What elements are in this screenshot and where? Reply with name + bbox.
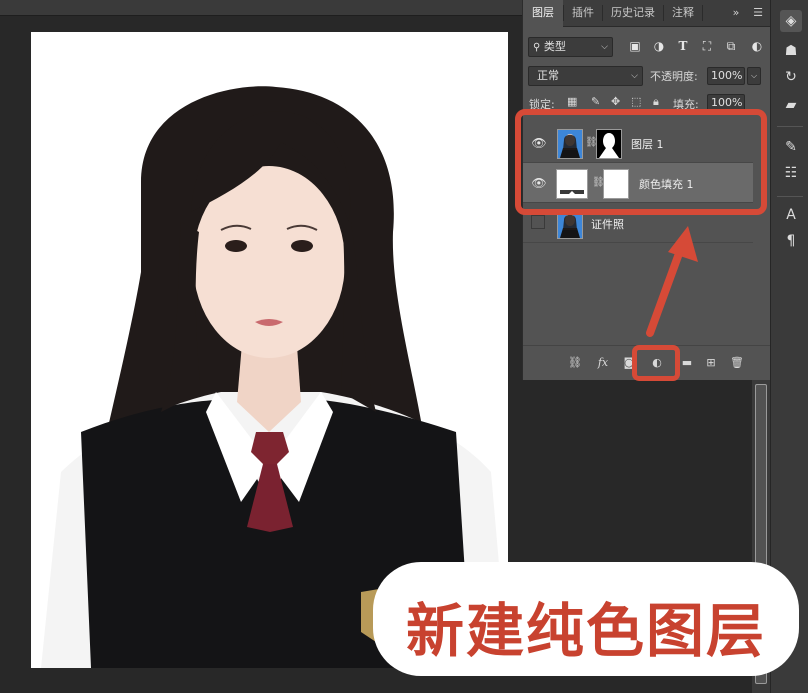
caption-text: 新建纯色图层 bbox=[405, 597, 766, 665]
caption-bubble: 新建纯色图层 bbox=[379, 568, 793, 670]
